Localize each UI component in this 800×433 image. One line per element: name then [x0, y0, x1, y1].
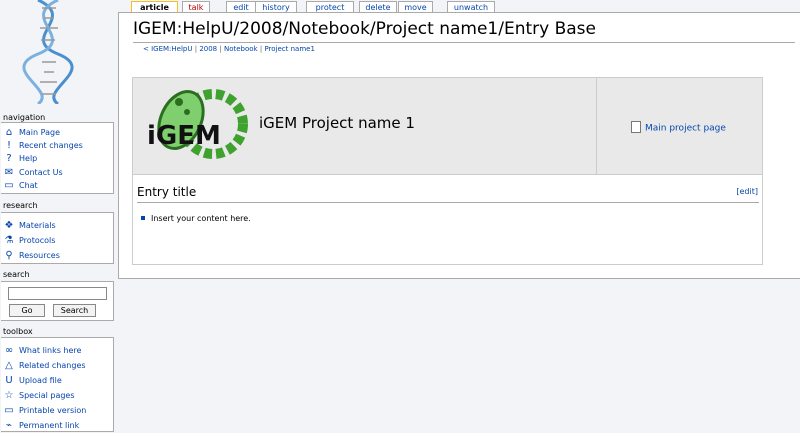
mail-icon: ✉: [4, 167, 14, 178]
document-icon: [631, 121, 641, 133]
igem-logo: iGEM: [147, 89, 248, 159]
main-project-page-link[interactable]: Main project page: [631, 121, 726, 134]
project-banner: iGEM iGEM Project name 1 Main project pa…: [132, 77, 763, 175]
breadcrumb: < IGEM:HelpU | 2008 | Notebook | Project…: [143, 45, 315, 53]
permalink-icon: ⌁: [5, 420, 13, 431]
navigation-heading: navigation: [3, 113, 46, 122]
edit-link-text: [edit]: [736, 187, 758, 196]
content-area: IGEM:HelpU/2008/Notebook/Project name1/E…: [118, 12, 800, 279]
tool-permanent-link[interactable]: ⌁ Permanent link: [1, 420, 113, 433]
research-portlet: ❖ Materials ⚗ Protocols ⚲ Resources: [1, 212, 114, 264]
delta-icon: △: [5, 360, 13, 371]
breadcrumb-link[interactable]: 2008: [199, 45, 217, 53]
magnifier-icon: ⚲: [5, 250, 13, 261]
go-button[interactable]: Go: [9, 304, 45, 317]
link-icon: ∞: [4, 345, 14, 356]
upload-icon: U: [5, 375, 13, 386]
star-icon: ☆: [4, 390, 14, 401]
breadcrumb-link[interactable]: Notebook: [224, 45, 258, 53]
exclamation-icon: !: [6, 140, 11, 151]
site-logo[interactable]: [0, 0, 118, 106]
tool-related-changes[interactable]: △ Related changes: [1, 360, 113, 373]
project-name: iGEM Project name 1: [259, 114, 415, 132]
search-heading: search: [3, 270, 30, 279]
toolbox-portlet: ∞ What links here △ Related changes U Up…: [1, 337, 114, 432]
printer-icon: ▭: [4, 405, 14, 416]
research-materials[interactable]: ❖ Materials: [1, 220, 113, 233]
tool-printable-version[interactable]: ▭ Printable version: [1, 405, 113, 418]
tool-special-pages[interactable]: ☆ Special pages: [1, 390, 113, 403]
entry-text: Insert your content here.: [151, 214, 251, 223]
entry-title: Entry title: [137, 185, 197, 199]
nav-help[interactable]: ? Help: [1, 153, 113, 166]
title-divider: [133, 42, 795, 43]
page-title: IGEM:HelpU/2008/Notebook/Project name1/E…: [133, 19, 597, 39]
chat-icon: ▭: [4, 180, 14, 191]
materials-icon: ❖: [4, 220, 14, 231]
nav-contact-us[interactable]: ✉ Contact Us: [1, 167, 113, 180]
entry-section: Entry title [edit] Insert your content h…: [132, 175, 763, 265]
research-protocols[interactable]: ⚗ Protocols: [1, 235, 113, 248]
toolbox-heading: toolbox: [3, 327, 33, 336]
dna-helix-logo: [22, 0, 74, 106]
nav-main-page[interactable]: ⌂ Main Page: [1, 127, 113, 140]
breadcrumb-link[interactable]: < IGEM:HelpU: [143, 45, 192, 53]
help-icon: ?: [6, 153, 12, 164]
banner-divider: [596, 78, 597, 174]
nav-chat[interactable]: ▭ Chat: [1, 180, 113, 193]
edit-section-link[interactable]: [edit]: [736, 187, 758, 196]
flask-icon: ⚗: [4, 235, 14, 246]
search-input[interactable]: [8, 287, 107, 300]
home-icon: ⌂: [5, 127, 13, 138]
entry-divider: [137, 202, 759, 203]
breadcrumb-link[interactable]: Project name1: [264, 45, 314, 53]
entry-content: Insert your content here.: [141, 214, 251, 223]
navigation-portlet: ⌂ Main Page ! Recent changes ? Help ✉ Co…: [1, 122, 114, 194]
research-resources[interactable]: ⚲ Resources: [1, 250, 113, 263]
nav-recent-changes[interactable]: ! Recent changes: [1, 140, 113, 153]
research-heading: research: [3, 201, 38, 210]
svg-text:iGEM: iGEM: [147, 121, 221, 151]
tool-what-links-here[interactable]: ∞ What links here: [1, 345, 113, 358]
tool-upload-file[interactable]: U Upload file: [1, 375, 113, 388]
bullet-icon: [141, 215, 145, 220]
search-portlet: Go Search: [1, 281, 114, 321]
search-button[interactable]: Search: [53, 304, 96, 317]
